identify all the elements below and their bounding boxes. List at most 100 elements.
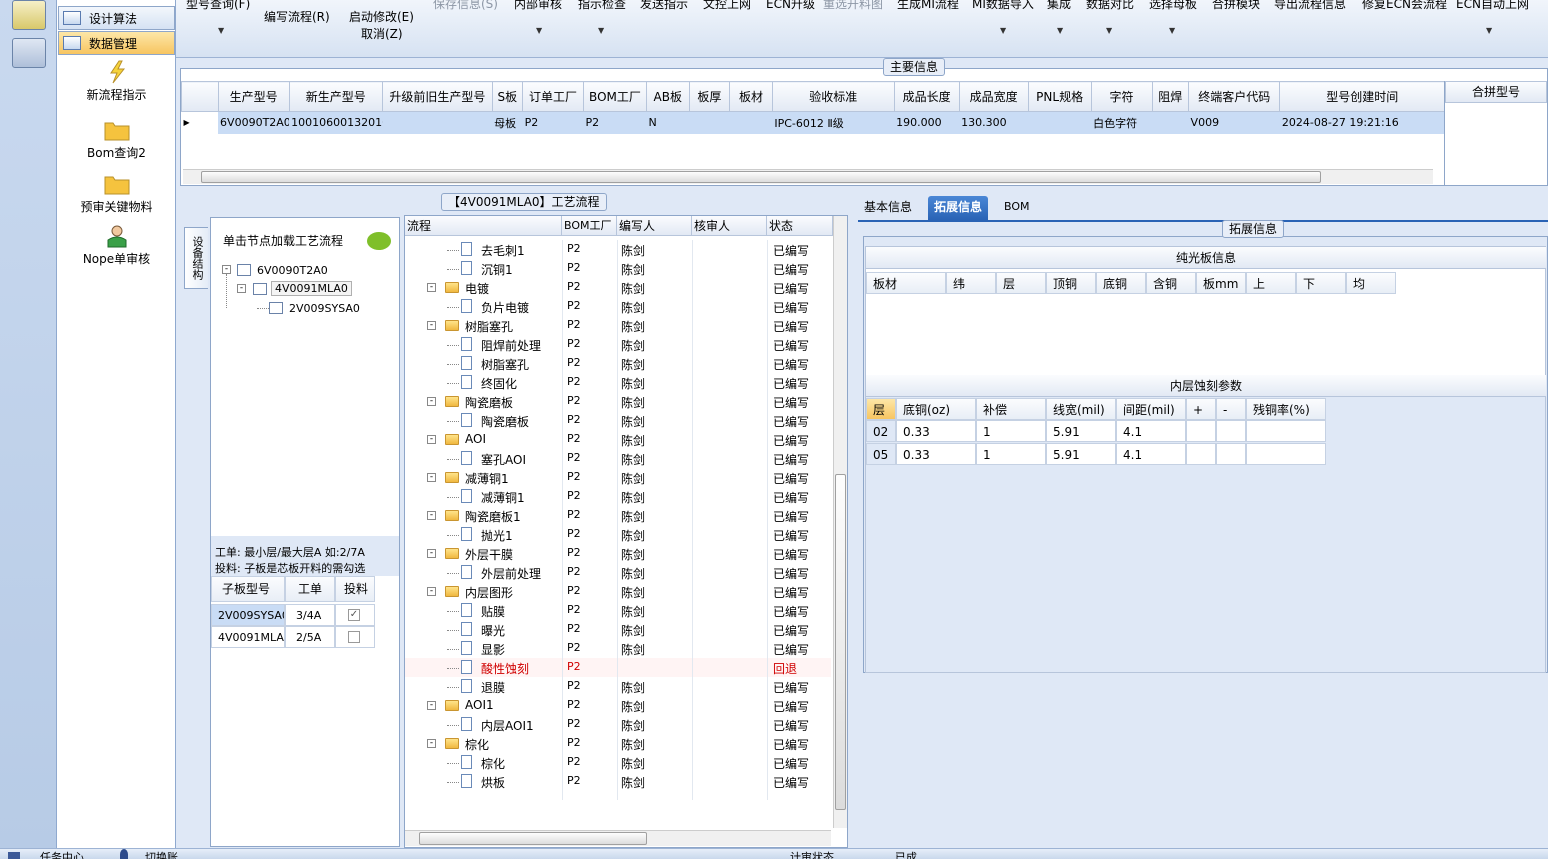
- chevron-down-icon[interactable]: ▼: [1169, 26, 1175, 35]
- col-header[interactable]: 板材: [729, 81, 773, 112]
- h-scrollbar[interactable]: [405, 830, 831, 846]
- etch-cell[interactable]: [1186, 420, 1216, 442]
- col-header[interactable]: 下: [1296, 272, 1346, 294]
- btn-repair-ecn[interactable]: 修复ECN会流程: [1362, 0, 1447, 12]
- collapse-icon[interactable]: -: [427, 321, 436, 330]
- col-header[interactable]: 编写人: [617, 216, 692, 236]
- v-scrollbar[interactable]: [833, 216, 847, 828]
- col-header[interactable]: 残铜率(%): [1246, 398, 1326, 420]
- col-header[interactable]: 生产型号: [217, 81, 290, 112]
- btn-export-flow[interactable]: 导出流程信息: [1274, 0, 1346, 12]
- btn-reselect-cut-chart[interactable]: 重选开料图: [823, 0, 883, 12]
- btn-mi-import[interactable]: MI数据导入: [972, 0, 1034, 12]
- nav-data-mgmt[interactable]: 数据管理: [58, 31, 175, 55]
- collapse-icon[interactable]: -: [427, 283, 436, 292]
- btn-cancel[interactable]: 取消(Z): [361, 25, 403, 42]
- tree-node-child[interactable]: 2V009SYSA0: [289, 302, 360, 315]
- col-header[interactable]: 验收标准: [771, 81, 895, 112]
- btn-merge-module[interactable]: 合拼模块: [1212, 0, 1260, 12]
- chevron-down-icon[interactable]: ▼: [1000, 26, 1006, 35]
- scroll-thumb[interactable]: [201, 171, 1321, 183]
- nav-item-nope-review[interactable]: Nope单审核: [57, 224, 176, 267]
- h-scrollbar[interactable]: [183, 169, 1433, 184]
- col-header[interactable]: 上: [1246, 272, 1296, 294]
- col-header[interactable]: 含铜: [1146, 272, 1196, 294]
- col-header[interactable]: 升级前旧生产型号: [382, 81, 493, 112]
- btn-edit-flow[interactable]: 编写流程(R): [264, 8, 330, 25]
- scroll-thumb[interactable]: [835, 474, 846, 810]
- col-header[interactable]: 核审人: [692, 216, 767, 236]
- collapse-icon[interactable]: -: [237, 284, 246, 293]
- col-header[interactable]: 成品长度: [893, 81, 960, 112]
- chevron-down-icon[interactable]: ▼: [598, 26, 604, 35]
- col-header[interactable]: 订单工厂: [522, 81, 584, 112]
- col-header[interactable]: 线宽(mil): [1046, 398, 1116, 420]
- collapse-icon[interactable]: -: [427, 473, 436, 482]
- tab-extended-info[interactable]: 拓展信息: [928, 196, 989, 220]
- etch-cell[interactable]: [1216, 443, 1246, 465]
- btn-save-info[interactable]: 保存信息(S): [433, 0, 498, 12]
- chevron-down-icon[interactable]: ▼: [218, 26, 224, 35]
- table-row[interactable]: ▶ 6V0090T2A0 10010600132016 母板 P2 P2 N I…: [181, 111, 1445, 134]
- etch-cell[interactable]: 02: [866, 420, 896, 442]
- btn-doc-online[interactable]: 文控上网: [703, 0, 751, 12]
- etch-cell[interactable]: 1: [976, 420, 1046, 442]
- btn-model-query[interactable]: 型号查询(F): [186, 0, 250, 12]
- tab-basic-info[interactable]: 基本信息: [858, 196, 918, 220]
- sub-order-cell[interactable]: 2/5A: [285, 626, 335, 648]
- col-header[interactable]: BOM工厂: [562, 216, 617, 236]
- etch-cell[interactable]: 4.1: [1116, 420, 1186, 442]
- col-header[interactable]: 底铜(oz): [896, 398, 976, 420]
- tab-equipment-structure[interactable]: 设备结构: [184, 227, 208, 289]
- col-header[interactable]: 顶铜: [1046, 272, 1096, 294]
- btn-instruction-check[interactable]: 指示检查: [578, 0, 626, 12]
- nav-item-bom-query[interactable]: Bom查询2: [57, 118, 176, 161]
- col-header[interactable]: S板: [491, 81, 524, 112]
- etch-cell[interactable]: [1216, 420, 1246, 442]
- etch-cell[interactable]: 1: [976, 443, 1046, 465]
- btn-start-modify[interactable]: 启动修改(E): [349, 8, 414, 25]
- etch-cell[interactable]: 05: [866, 443, 896, 465]
- collapse-icon[interactable]: -: [427, 587, 436, 596]
- nav-design-algo[interactable]: 设计算法: [58, 6, 175, 30]
- collapse-icon[interactable]: -: [427, 701, 436, 710]
- col-header[interactable]: 间距(mil): [1116, 398, 1186, 420]
- col-header[interactable]: 状态: [767, 216, 833, 236]
- etch-cell[interactable]: 4.1: [1116, 443, 1186, 465]
- etch-cell[interactable]: 0.33: [896, 443, 976, 465]
- etch-cell[interactable]: 0.33: [896, 420, 976, 442]
- btn-data-compare[interactable]: 数据对比: [1086, 0, 1134, 12]
- btn-ecn-upgrade[interactable]: ECN升级: [766, 0, 815, 12]
- chevron-down-icon[interactable]: ▼: [1486, 26, 1492, 35]
- col-header[interactable]: PNL规格: [1027, 81, 1092, 112]
- col-header[interactable]: 流程: [405, 216, 562, 236]
- status-switch-account[interactable]: 切换账: [145, 849, 178, 859]
- collapse-icon[interactable]: -: [427, 511, 436, 520]
- scroll-thumb[interactable]: [419, 832, 647, 845]
- collapse-icon[interactable]: -: [427, 435, 436, 444]
- btn-select-mother[interactable]: 选择母板: [1149, 0, 1197, 12]
- feed-checkbox[interactable]: ✓: [348, 609, 360, 621]
- col-header[interactable]: 终端客户代码: [1188, 81, 1281, 112]
- collapse-icon[interactable]: -: [222, 265, 231, 274]
- col-header[interactable]: BOM工厂: [583, 81, 647, 112]
- merge-model-header[interactable]: 合拼型号: [1445, 81, 1547, 103]
- btn-generate-mi-flow[interactable]: 生成MI流程: [897, 0, 959, 12]
- col-header[interactable]: 均: [1346, 272, 1396, 294]
- etch-cell[interactable]: [1246, 443, 1326, 465]
- btn-send-instruction[interactable]: 发送指示: [640, 0, 688, 12]
- tree-node-selected[interactable]: 4V0091MLA0: [271, 281, 352, 296]
- btn-internal-review[interactable]: 内部审核: [514, 0, 562, 12]
- col-header[interactable]: 层: [866, 398, 896, 420]
- status-task-center[interactable]: 任务中心: [40, 849, 84, 859]
- btn-integrate[interactable]: 集成: [1047, 0, 1071, 12]
- col-header[interactable]: 板材: [866, 272, 946, 294]
- col-header[interactable]: 字符: [1090, 81, 1153, 112]
- collapse-icon[interactable]: -: [427, 549, 436, 558]
- etch-cell[interactable]: 5.91: [1046, 443, 1116, 465]
- col-header[interactable]: 纬: [946, 272, 996, 294]
- col-header[interactable]: 型号创建时间: [1279, 81, 1445, 112]
- chevron-down-icon[interactable]: ▼: [1057, 26, 1063, 35]
- col-header[interactable]: 投料: [335, 576, 375, 602]
- sub-model-cell[interactable]: 4V0091MLA0: [211, 626, 285, 648]
